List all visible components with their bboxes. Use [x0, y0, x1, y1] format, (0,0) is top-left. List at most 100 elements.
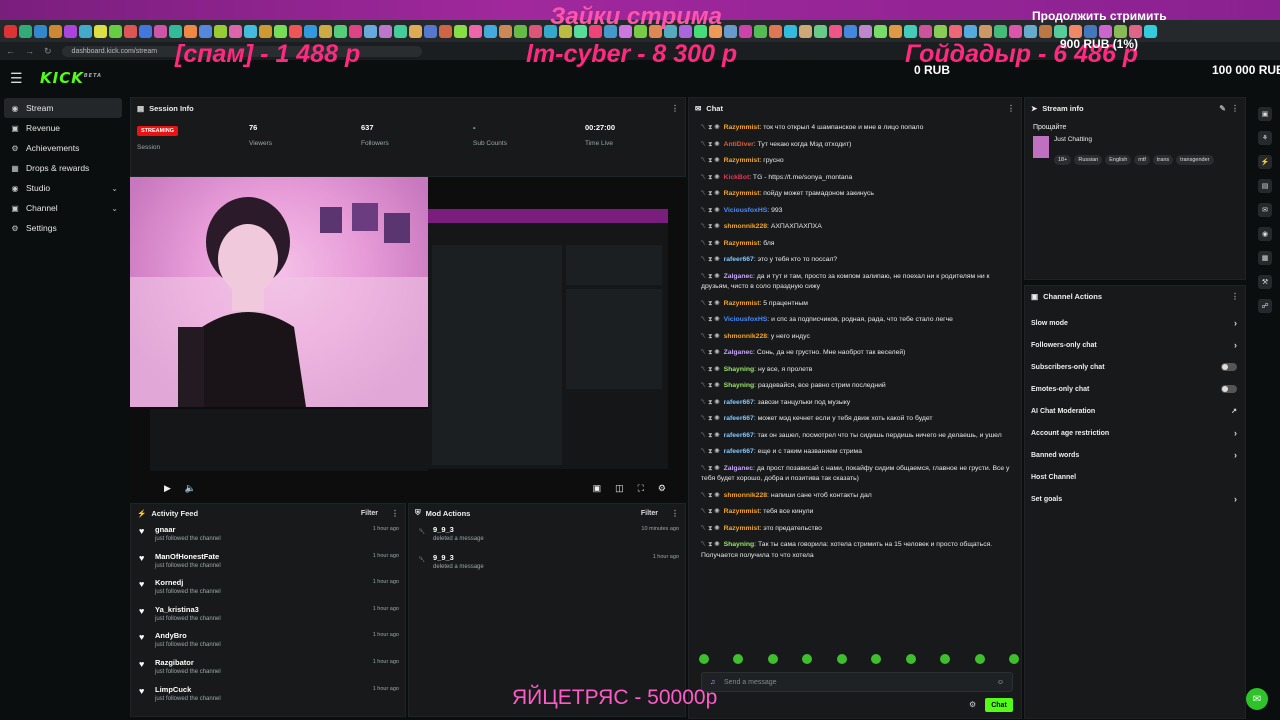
more-options-icon[interactable]: ⋮	[1007, 104, 1015, 113]
mod-tools-icon[interactable]: ␡ ⧗ ◉	[701, 256, 720, 263]
browser-tab[interactable]	[409, 24, 422, 38]
mod-tools-icon[interactable]: ␡ ⧗ ◉	[701, 273, 720, 280]
browser-tab[interactable]	[904, 24, 917, 38]
layout-icon[interactable]: ▣	[593, 483, 602, 494]
chat-username[interactable]: Razymmist	[724, 240, 760, 247]
channel-action-host-channel[interactable]: Host Channel	[1025, 466, 1245, 488]
stream-tag[interactable]: trans	[1152, 155, 1174, 165]
more-options-icon[interactable]: ⋮	[1231, 292, 1239, 301]
sidebar-item-studio[interactable]: ◉ Studio ⌄	[0, 178, 128, 198]
browser-tab[interactable]	[1099, 24, 1112, 38]
chat-username[interactable]: ViciousfoxHS	[724, 207, 768, 214]
forward-icon[interactable]: →	[25, 46, 34, 56]
browser-tab[interactable]	[484, 24, 497, 38]
mod-tools-icon[interactable]: ␡ ⧗ ◉	[701, 399, 720, 406]
fullscreen-icon[interactable]: ⛶	[638, 483, 644, 494]
share-icon[interactable]: ☍	[1258, 299, 1272, 313]
mod-tools-icon[interactable]: ␡ ⧗ ◉	[701, 316, 720, 323]
browser-tab[interactable]	[499, 24, 512, 38]
browser-tab[interactable]	[124, 24, 137, 38]
channel-action-followers-only-chat[interactable]: Followers-only chat ›	[1025, 334, 1245, 356]
emote-icon[interactable]	[767, 654, 778, 664]
activity-username[interactable]: Kornedj	[155, 575, 405, 587]
activity-username[interactable]: LimpCuck	[155, 682, 405, 694]
chat-settings-icon[interactable]: ⚙	[969, 700, 976, 709]
channel-action-emotes-only-chat[interactable]: Emotes-only chat	[1025, 378, 1245, 400]
browser-tab[interactable]	[469, 24, 482, 38]
browser-tab[interactable]	[19, 24, 32, 38]
mod-username[interactable]: 9_9_3	[433, 550, 685, 562]
more-options-icon[interactable]: ⋮	[391, 509, 399, 518]
stream-tag[interactable]: Russian	[1074, 155, 1103, 165]
chat-username[interactable]: shmonnik228	[724, 492, 767, 499]
calendar-icon[interactable]: ▦	[1258, 251, 1272, 265]
emote-icon[interactable]	[871, 654, 882, 664]
chat-input[interactable]: ♫ Send a message ☺	[701, 672, 1013, 692]
chat-send-button[interactable]: Chat	[985, 698, 1013, 712]
chat-username[interactable]: rafeer667	[724, 448, 754, 455]
mod-tools-icon[interactable]: ␡ ⧗ ◉	[701, 525, 720, 532]
sidebar-item-channel[interactable]: ▣ Channel ⌄	[0, 198, 128, 218]
document-icon[interactable]: ▤	[1258, 179, 1272, 193]
mod-tools-icon[interactable]: ␡ ⧗ ◉	[701, 207, 720, 214]
mod-tools-icon[interactable]: ␡ ⧗ ◉	[701, 223, 720, 230]
browser-tab[interactable]	[1144, 24, 1157, 38]
filter-button[interactable]: Filter	[641, 510, 658, 517]
more-options-icon[interactable]: ⋮	[671, 104, 679, 113]
browser-tab[interactable]	[79, 24, 92, 38]
emote-icon[interactable]	[733, 654, 744, 664]
stream-preview[interactable]: ▶ 🔈 ▣ ◫ ⛶ ⚙	[130, 177, 686, 499]
browser-tab[interactable]	[319, 24, 332, 38]
mod-tools-icon[interactable]: ␡ ⧗ ◉	[701, 141, 720, 148]
mod-tools-icon[interactable]: ␡ ⧗ ◉	[701, 174, 720, 181]
browser-tab[interactable]	[934, 24, 947, 38]
channel-action-subscribers-only-chat[interactable]: Subscribers-only chat	[1025, 356, 1245, 378]
browser-tab[interactable]	[1009, 24, 1022, 38]
browser-tab[interactable]	[199, 24, 212, 38]
browser-tab[interactable]	[154, 24, 167, 38]
broadcast-icon[interactable]: ◉	[1258, 227, 1272, 241]
browser-tab[interactable]	[334, 24, 347, 38]
chat-bubble-icon[interactable]: ✉	[1258, 203, 1272, 217]
emote-icon[interactable]	[836, 654, 847, 664]
emote-icon[interactable]	[940, 654, 951, 664]
chat-username[interactable]: Razymmist	[724, 525, 760, 532]
help-chat-icon[interactable]: ✉	[1246, 688, 1268, 710]
browser-tab[interactable]	[364, 24, 377, 38]
browser-tab[interactable]	[1114, 24, 1127, 38]
browser-tab[interactable]	[169, 24, 182, 38]
sidebar-item-revenue[interactable]: ▣ Revenue	[0, 118, 128, 138]
chat-username[interactable]: Razymmist	[724, 190, 760, 197]
mod-tools-icon[interactable]: ␡ ⧗ ◉	[701, 333, 720, 340]
toggle-switch[interactable]	[1221, 363, 1237, 371]
chat-username[interactable]: rafeer667	[724, 432, 754, 439]
stream-tag[interactable]: English	[1105, 155, 1132, 165]
more-options-icon[interactable]: ⋮	[671, 509, 679, 518]
chat-username[interactable]: shmonnik228	[724, 333, 767, 340]
browser-tab[interactable]	[799, 24, 812, 38]
browser-tab[interactable]	[439, 24, 452, 38]
browser-tab[interactable]	[1069, 24, 1082, 38]
browser-tab[interactable]	[529, 24, 542, 38]
browser-tab[interactable]	[304, 24, 317, 38]
mod-tools-icon[interactable]: ␡ ⧗ ◉	[701, 541, 720, 548]
hamburger-menu-icon[interactable]: ☰	[10, 70, 30, 87]
microphone-icon[interactable]: ♫	[710, 679, 715, 686]
browser-tab[interactable]	[874, 24, 887, 38]
emote-icon[interactable]	[699, 654, 709, 664]
mod-tools-icon[interactable]: ␡ ⧗ ◉	[701, 190, 720, 197]
browser-tab[interactable]	[94, 24, 107, 38]
mod-tools-icon[interactable]: ␡ ⧗ ◉	[701, 240, 720, 247]
browser-tab[interactable]	[274, 24, 287, 38]
browser-tab[interactable]	[49, 24, 62, 38]
browser-tab[interactable]	[829, 24, 842, 38]
mod-tools-icon[interactable]: ␡ ⧗ ◉	[701, 157, 720, 164]
lightning-icon[interactable]: ⚡	[1258, 155, 1272, 169]
browser-tab[interactable]	[859, 24, 872, 38]
sidebar-item-achievements[interactable]: ⚙ Achievements	[0, 138, 128, 158]
browser-tab[interactable]	[994, 24, 1007, 38]
activity-username[interactable]: Razgibator	[155, 655, 405, 667]
chat-username[interactable]: Razymmist	[724, 508, 760, 515]
flask-icon[interactable]: ⚘	[1258, 131, 1272, 145]
reload-icon[interactable]: ↻	[44, 46, 52, 57]
